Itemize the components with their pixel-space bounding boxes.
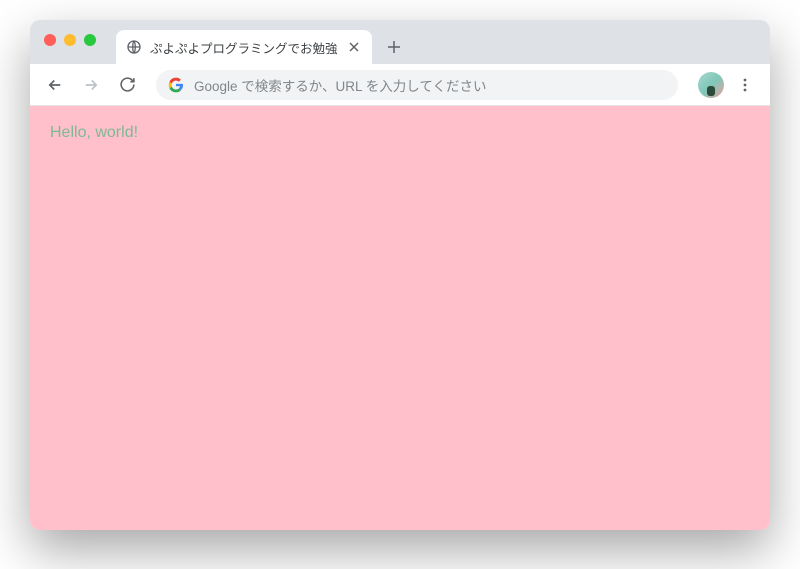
tab-title: ぷよぷよプログラミングでお勉強 [150, 38, 338, 57]
browser-tab[interactable]: ぷよぷよプログラミングでお勉強 [116, 30, 372, 64]
forward-button[interactable] [76, 70, 106, 100]
minimize-window-button[interactable] [64, 34, 76, 46]
google-icon [168, 77, 184, 93]
new-tab-button[interactable] [380, 33, 408, 61]
back-button[interactable] [40, 70, 70, 100]
titlebar: ぷよぷよプログラミングでお勉強 [30, 20, 770, 64]
address-bar[interactable]: Google で検索するか、URL を入力してください [156, 70, 678, 100]
maximize-window-button[interactable] [84, 34, 96, 46]
browser-window: ぷよぷよプログラミングでお勉強 [30, 20, 770, 530]
window-controls [44, 34, 96, 46]
menu-button[interactable] [730, 70, 760, 100]
reload-button[interactable] [112, 70, 142, 100]
globe-icon [126, 39, 142, 55]
close-tab-button[interactable] [346, 39, 362, 55]
close-window-button[interactable] [44, 34, 56, 46]
address-bar-placeholder: Google で検索するか、URL を入力してください [194, 75, 486, 95]
hello-world-text: Hello, world! [50, 124, 750, 142]
page-content: Hello, world! [30, 106, 770, 530]
toolbar: Google で検索するか、URL を入力してください [30, 64, 770, 106]
profile-avatar[interactable] [698, 72, 724, 98]
